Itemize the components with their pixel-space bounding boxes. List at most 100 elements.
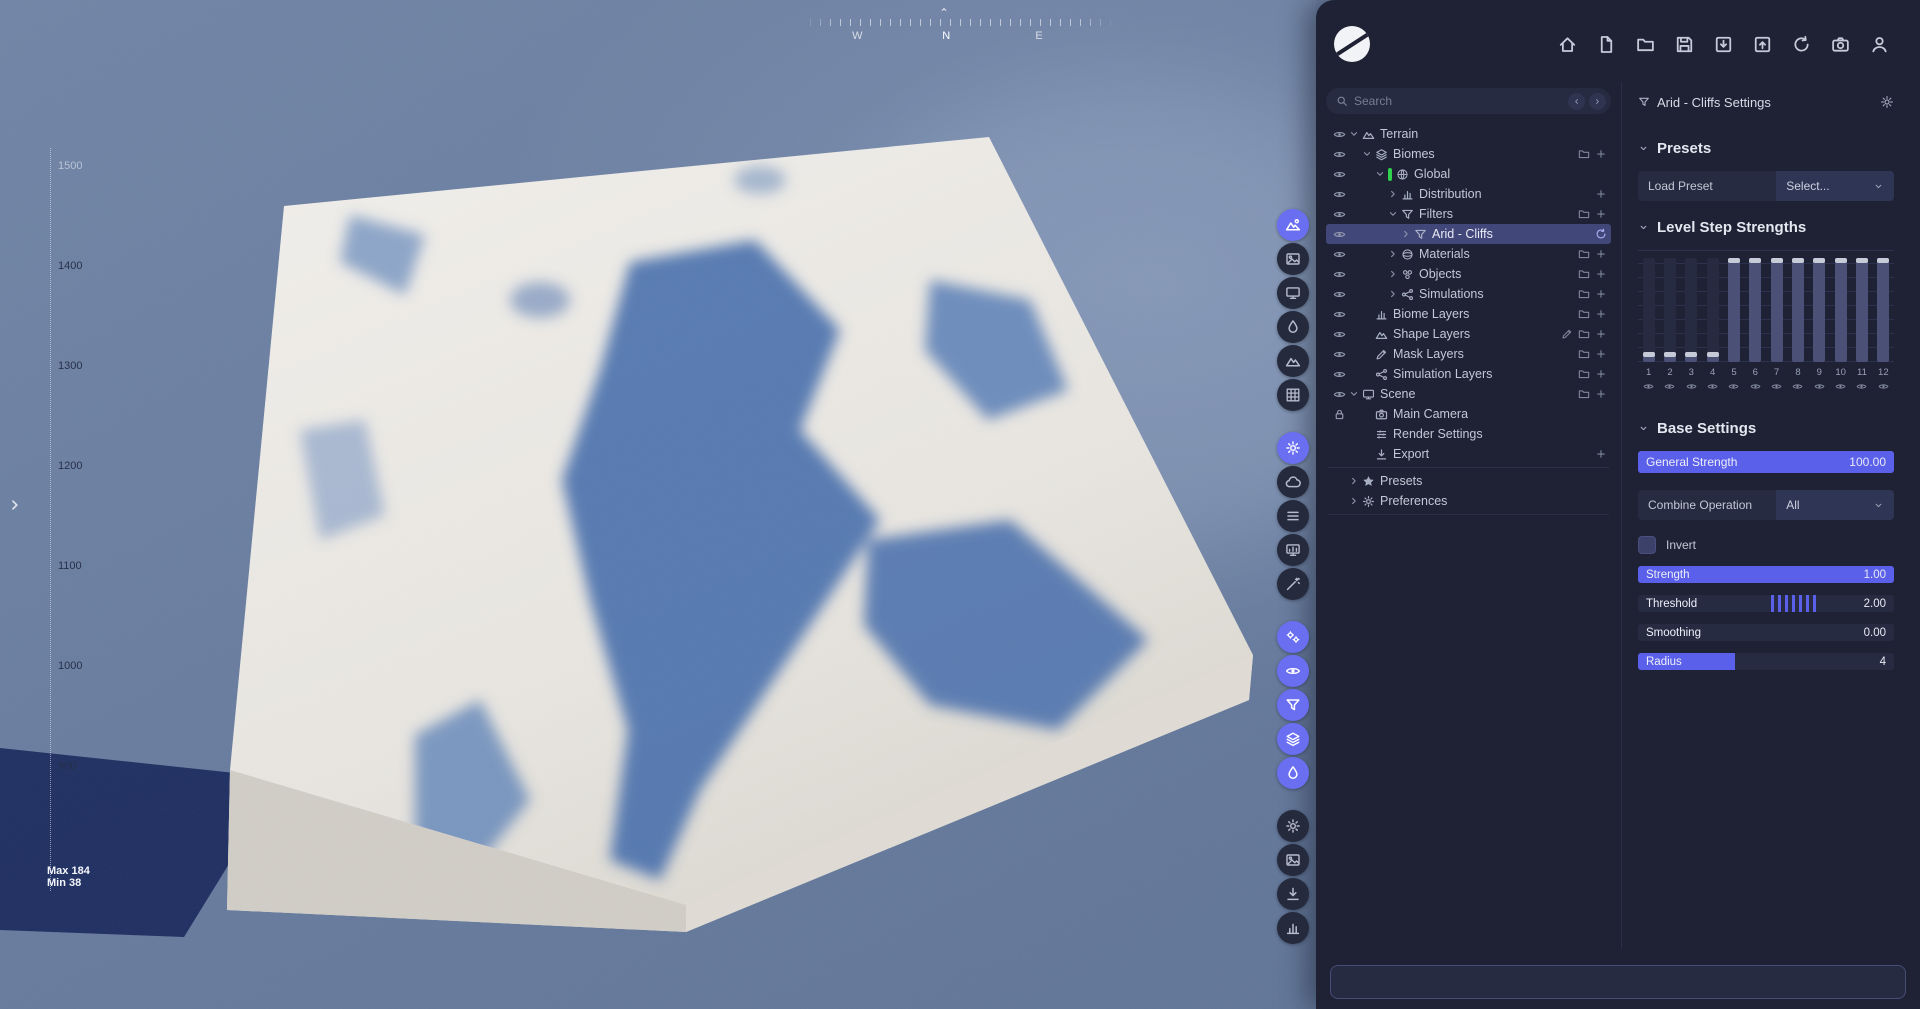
auto-tools-button[interactable] bbox=[1277, 568, 1309, 600]
level-eye-9[interactable] bbox=[1814, 381, 1825, 392]
row-plus-button[interactable] bbox=[1595, 368, 1607, 380]
save-export-button[interactable] bbox=[1747, 29, 1777, 59]
row-folder-button[interactable] bbox=[1578, 288, 1590, 300]
home-button[interactable] bbox=[1552, 29, 1582, 59]
level-eye-8[interactable] bbox=[1792, 381, 1803, 392]
row-folder-button[interactable] bbox=[1578, 208, 1590, 220]
visibility-toggle[interactable] bbox=[1330, 308, 1348, 321]
level-slider-3[interactable] bbox=[1685, 258, 1697, 362]
tree-row-filters[interactable]: Filters bbox=[1326, 204, 1611, 224]
chevron-right-icon[interactable] bbox=[1348, 475, 1360, 487]
visibility-toggle[interactable] bbox=[1330, 248, 1348, 261]
capture-button[interactable] bbox=[1277, 844, 1309, 876]
level-slider-4[interactable] bbox=[1707, 258, 1719, 362]
tree-row-mask-layers[interactable]: Mask Layers bbox=[1326, 344, 1611, 364]
visibility-toggle[interactable] bbox=[1330, 268, 1348, 281]
row-plus-button[interactable] bbox=[1595, 348, 1607, 360]
visibility-toggle[interactable] bbox=[1330, 368, 1348, 381]
tree-row-shape-layers[interactable]: Shape Layers bbox=[1326, 324, 1611, 344]
chevron-right-icon[interactable] bbox=[1387, 188, 1399, 200]
new-file-button[interactable] bbox=[1591, 29, 1621, 59]
row-folder-button[interactable] bbox=[1578, 268, 1590, 280]
account-button[interactable] bbox=[1864, 29, 1894, 59]
level-eye-5[interactable] bbox=[1728, 381, 1739, 392]
chevron-down-icon[interactable] bbox=[1374, 168, 1386, 180]
row-plus-button[interactable] bbox=[1595, 208, 1607, 220]
smoothing-slider[interactable]: Smoothing0.00 bbox=[1638, 624, 1894, 641]
sync-button[interactable] bbox=[1786, 29, 1816, 59]
display-mode-button[interactable] bbox=[1277, 277, 1309, 309]
level-eye-11[interactable] bbox=[1856, 381, 1867, 392]
row-plus-button[interactable] bbox=[1595, 248, 1607, 260]
relief-view-button[interactable] bbox=[1277, 345, 1309, 377]
screenshot-button[interactable] bbox=[1825, 29, 1855, 59]
level-eye-10[interactable] bbox=[1835, 381, 1846, 392]
visibility-toggle[interactable] bbox=[1330, 188, 1348, 201]
layers-button[interactable] bbox=[1277, 723, 1309, 755]
presets-section-header[interactable]: Presets bbox=[1638, 140, 1894, 157]
visibility-toggle[interactable] bbox=[1330, 388, 1348, 401]
row-plus-button[interactable] bbox=[1595, 448, 1607, 460]
panel-expander-icon[interactable] bbox=[6, 496, 24, 514]
level-eye-6[interactable] bbox=[1750, 381, 1761, 392]
save-button[interactable] bbox=[1669, 29, 1699, 59]
diagnostics-button[interactable] bbox=[1277, 534, 1309, 566]
tree-row-distribution[interactable]: Distribution bbox=[1326, 184, 1611, 204]
visibility-toggle[interactable] bbox=[1330, 128, 1348, 141]
threshold-slider[interactable]: Threshold2.00 bbox=[1638, 595, 1894, 612]
open-project-button[interactable] bbox=[1630, 29, 1660, 59]
tree-row-export[interactable]: Export bbox=[1326, 444, 1611, 464]
tree-row-main-camera[interactable]: Main Camera bbox=[1326, 404, 1611, 424]
lock-toggle[interactable] bbox=[1330, 408, 1348, 421]
level-slider-8[interactable] bbox=[1792, 258, 1804, 362]
search-input[interactable] bbox=[1348, 94, 1564, 108]
search-next-button[interactable] bbox=[1589, 93, 1606, 110]
level-slider-5[interactable] bbox=[1728, 258, 1740, 362]
visibility-button[interactable] bbox=[1277, 655, 1309, 687]
radius-slider[interactable]: Radius4 bbox=[1638, 653, 1894, 670]
level-eye-12[interactable] bbox=[1878, 381, 1889, 392]
tree-row-render-settings[interactable]: Render Settings bbox=[1326, 424, 1611, 444]
levels-section-header[interactable]: Level Step Strengths bbox=[1638, 219, 1894, 236]
chevron-down-icon[interactable] bbox=[1387, 208, 1399, 220]
statistics-button[interactable] bbox=[1277, 912, 1309, 944]
chevron-right-icon[interactable] bbox=[1387, 288, 1399, 300]
level-slider-7[interactable] bbox=[1771, 258, 1783, 362]
tree-row-arid-cliffs[interactable]: Arid - Cliffs bbox=[1326, 224, 1611, 244]
chevron-right-icon[interactable] bbox=[1348, 495, 1360, 507]
level-eye-1[interactable] bbox=[1643, 381, 1654, 392]
level-eye-7[interactable] bbox=[1771, 381, 1782, 392]
compass-collapse-icon[interactable] bbox=[937, 5, 951, 14]
viewport-settings-button[interactable] bbox=[1277, 810, 1309, 842]
tree-row-objects[interactable]: Objects bbox=[1326, 264, 1611, 284]
row-folder-button[interactable] bbox=[1578, 308, 1590, 320]
invert-checkbox[interactable] bbox=[1638, 536, 1656, 554]
row-folder-button[interactable] bbox=[1578, 348, 1590, 360]
row-plus-button[interactable] bbox=[1595, 288, 1607, 300]
tree-row-preferences[interactable]: Preferences bbox=[1326, 491, 1611, 511]
load-preset-select[interactable]: Select... bbox=[1776, 171, 1894, 201]
row-plus-button[interactable] bbox=[1595, 148, 1607, 160]
filters-button[interactable] bbox=[1277, 689, 1309, 721]
visibility-toggle[interactable] bbox=[1330, 288, 1348, 301]
level-eye-3[interactable] bbox=[1686, 381, 1697, 392]
row-folder-button[interactable] bbox=[1578, 148, 1590, 160]
level-eye-4[interactable] bbox=[1707, 381, 1718, 392]
row-pencil-button[interactable] bbox=[1561, 328, 1573, 340]
level-slider-10[interactable] bbox=[1835, 258, 1847, 362]
level-eye-2[interactable] bbox=[1664, 381, 1675, 392]
chevron-right-icon[interactable] bbox=[1400, 228, 1412, 240]
visibility-toggle[interactable] bbox=[1330, 208, 1348, 221]
terrain-view-button[interactable] bbox=[1277, 209, 1309, 241]
visibility-toggle[interactable] bbox=[1330, 228, 1348, 241]
general-strength-slider[interactable]: General Strength100.00 bbox=[1638, 451, 1894, 473]
visibility-toggle[interactable] bbox=[1330, 148, 1348, 161]
tree-row-presets[interactable]: Presets bbox=[1326, 471, 1611, 491]
row-folder-button[interactable] bbox=[1578, 368, 1590, 380]
clouds-button[interactable] bbox=[1277, 466, 1309, 498]
tree-row-global[interactable]: Global bbox=[1326, 164, 1611, 184]
row-plus-button[interactable] bbox=[1595, 308, 1607, 320]
row-folder-button[interactable] bbox=[1578, 328, 1590, 340]
visibility-toggle[interactable] bbox=[1330, 168, 1348, 181]
save-import-button[interactable] bbox=[1708, 29, 1738, 59]
